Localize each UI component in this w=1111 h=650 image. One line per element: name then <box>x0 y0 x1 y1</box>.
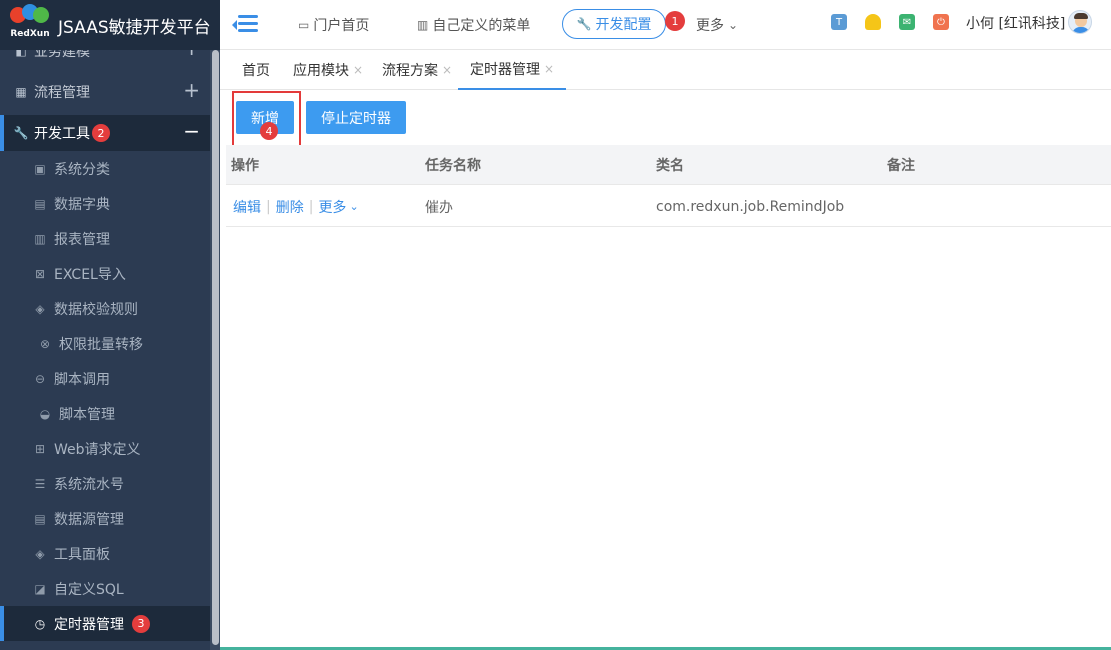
avatar[interactable] <box>1068 10 1092 34</box>
table-row: 编辑 | 删除 | 更多 ⌄ 催办 com.redxun.job.RemindJ… <box>226 186 1111 227</box>
delete-link[interactable]: 删除 <box>276 197 304 217</box>
row-actions: 编辑 | 删除 | 更多 ⌄ <box>233 197 359 217</box>
sidebar-group-label: 业务建模 <box>34 50 90 60</box>
menu-toggle-icon[interactable] <box>232 13 258 35</box>
sidebar-menu: ◧ 业务建模 + ▦ 流程管理 + 🔧 开发工具 2 − ▣系统分类 ▤数据字典… <box>0 50 210 641</box>
dictionary-icon: ▤ <box>34 196 46 211</box>
nav-more[interactable]: 更多 ⌄ <box>696 0 738 50</box>
script-icon: ⊖ <box>34 371 46 386</box>
step-badge: 2 <box>92 124 110 142</box>
cell-class-name: com.redxun.job.RemindJob <box>656 198 845 215</box>
tab-home[interactable]: 首页 <box>242 50 270 90</box>
sidebar-scrollbar-thumb[interactable] <box>212 50 219 645</box>
redxun-logo: RedXun <box>8 4 52 45</box>
top-header: ▭ 门户首页 ▥ 自己定义的菜单 🔧 开发配置 1 更多 ⌄ T ✉ ⏻ 小何 … <box>220 0 1111 50</box>
sidebar-item-validation-rules[interactable]: ◈ 数据校验规则 <box>0 291 210 326</box>
app-title: JSAAS敏捷开发平台 <box>58 17 211 38</box>
sidebar-item-excel-import[interactable]: ⊠ EXCEL导入 <box>0 256 210 291</box>
brand: RedXun JSAAS敏捷开发平台 <box>0 0 220 50</box>
sidebar-item-system-category[interactable]: ▣ 系统分类 <box>0 151 210 186</box>
sidebar-item-permission-transfer[interactable]: ⊗ 权限批量转移 <box>0 326 210 361</box>
sidebar-group-devtools[interactable]: 🔧 开发工具 2 − <box>0 115 210 151</box>
wrench-icon: 🔧 <box>576 17 592 31</box>
process-icon: ▦ <box>15 84 27 99</box>
monitor-icon: ▭ <box>298 18 310 32</box>
tab-app-module[interactable]: 应用模块 × <box>293 50 363 90</box>
step-badge: 3 <box>132 614 150 633</box>
nav-custom-menu[interactable]: ▥ 自己定义的菜单 <box>417 0 530 50</box>
sidebar-item-timer-manage[interactable]: ◷ 定时器管理 3 <box>0 606 210 641</box>
sidebar-group-label: 流程管理 <box>34 84 90 101</box>
sidebar-item-script-manage[interactable]: ◒ 脚本管理 <box>0 396 210 431</box>
sidebar-item-data-dictionary[interactable]: ▤ 数据字典 <box>0 186 210 221</box>
sidebar-group-label: 开发工具 <box>34 126 90 142</box>
script-manage-icon: ◒ <box>39 406 51 421</box>
column-header-class-name: 类名 <box>656 158 684 174</box>
clock-icon: ◷ <box>34 616 46 631</box>
more-link[interactable]: 更多 <box>318 197 346 217</box>
collapse-icon[interactable]: − <box>183 121 200 141</box>
cube-icon: ◈ <box>35 301 45 316</box>
sidebar-item-report[interactable]: ▥ 报表管理 <box>0 221 210 256</box>
expand-icon[interactable]: + <box>183 50 200 58</box>
user-name[interactable]: 小何 [红讯科技] <box>966 0 1065 46</box>
step-badge: 4 <box>260 122 278 140</box>
cube-icon: ◈ <box>35 546 45 561</box>
transfer-icon: ⊗ <box>39 336 51 351</box>
sidebar-group-process[interactable]: ▦ 流程管理 + <box>0 68 210 115</box>
bell-icon[interactable] <box>865 14 881 30</box>
chevron-down-icon: ⌄ <box>728 18 739 32</box>
shirt-icon[interactable]: T <box>831 14 847 30</box>
close-icon[interactable]: × <box>353 63 363 77</box>
database-icon: ▤ <box>34 511 46 526</box>
nav-dev-config[interactable]: 🔧 开发配置 <box>562 9 666 39</box>
chevron-down-icon[interactable]: ⌄ <box>349 200 358 213</box>
table-icon: ⊞ <box>34 441 46 456</box>
sidebar-item-script-call[interactable]: ⊖ 脚本调用 <box>0 361 210 396</box>
tab-timer-manage[interactable]: 定时器管理 × <box>458 50 567 90</box>
close-icon[interactable]: × <box>544 62 554 76</box>
nav-portal-home[interactable]: ▭ 门户首页 <box>298 0 369 50</box>
cell-task-name: 催办 <box>425 199 453 216</box>
table-header: 操作 任务名称 类名 备注 <box>226 145 1111 185</box>
edit-icon: ◪ <box>34 581 46 596</box>
column-header-task-name: 任务名称 <box>425 158 481 174</box>
column-header-remark: 备注 <box>887 158 915 174</box>
expand-icon[interactable]: + <box>183 80 200 100</box>
excel-icon: ⊠ <box>34 266 46 281</box>
sidebar: RedXun JSAAS敏捷开发平台 ◧ 业务建模 + ▦ 流程管理 + 🔧 开… <box>0 0 220 650</box>
sidebar-group-business-modeling[interactable]: ◧ 业务建模 + <box>0 50 210 68</box>
bar-chart-icon: ▥ <box>34 231 46 246</box>
sidebar-item-serial-number[interactable]: ☰ 系统流水号 <box>0 466 210 501</box>
sidebar-item-custom-sql[interactable]: ◪ 自定义SQL <box>0 571 210 606</box>
logo-text: RedXun <box>10 29 50 39</box>
calendar-icon: ▣ <box>34 161 46 176</box>
stop-timer-button[interactable]: 停止定时器 <box>306 101 406 134</box>
wrench-icon: 🔧 <box>13 126 29 140</box>
step-badge: 1 <box>665 11 685 31</box>
column-header-actions: 操作 <box>231 158 259 174</box>
edit-link[interactable]: 编辑 <box>233 197 261 217</box>
building-icon: ▥ <box>417 18 429 32</box>
business-modeling-icon: ◧ <box>15 50 27 58</box>
sidebar-item-tool-panel[interactable]: ◈ 工具面板 <box>0 536 210 571</box>
sidebar-item-web-request[interactable]: ⊞ Web请求定义 <box>0 431 210 466</box>
mail-icon[interactable]: ✉ <box>899 14 915 30</box>
list-icon: ☰ <box>34 476 46 491</box>
close-icon[interactable]: × <box>442 63 452 77</box>
tab-bar: 首页 应用模块 × 流程方案 × 定时器管理 × <box>220 50 1111 90</box>
power-icon[interactable]: ⏻ <box>933 14 949 30</box>
sidebar-item-datasource[interactable]: ▤ 数据源管理 <box>0 501 210 536</box>
tab-process-scheme[interactable]: 流程方案 × <box>382 50 452 90</box>
